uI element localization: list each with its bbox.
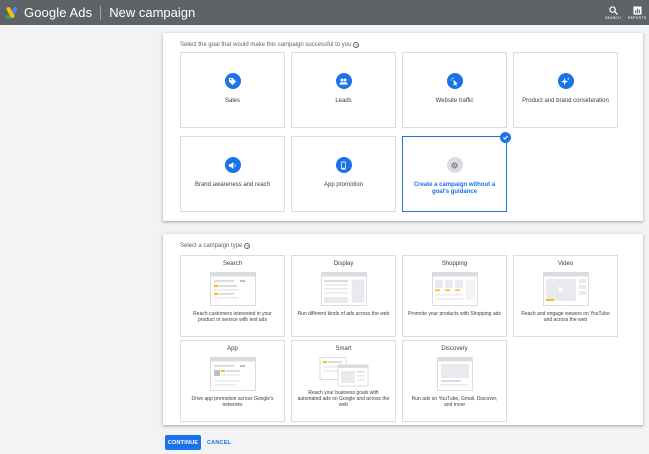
- goal-label: Create a campaign without a goal's guida…: [413, 182, 496, 195]
- goal-label: Sales: [224, 98, 240, 104]
- goal-label: App promotion: [323, 182, 364, 188]
- goal-label: Brand awareness and reach: [194, 182, 271, 188]
- sparkle-icon: [557, 73, 574, 89]
- goal-tile-app-promotion[interactable]: App promotion: [291, 136, 396, 212]
- campaign-type-smart[interactable]: Smart Reach your business goals with aut…: [291, 340, 396, 422]
- goal-tile-product-brand-consideration[interactable]: Product and brand consideration: [513, 52, 618, 128]
- campaign-type-title: Video: [557, 261, 574, 267]
- video-ad-thumbnail-icon: [542, 272, 589, 306]
- campaign-type-title: Smart: [335, 346, 352, 352]
- reports-icon: [632, 5, 642, 15]
- campaign-type-description: Promote your products with Shopping ads: [408, 311, 501, 317]
- brand-name[interactable]: Google Ads: [24, 5, 92, 20]
- goal-label: Product and brand consideration: [522, 98, 609, 104]
- smart-ad-thumbnail-icon: [319, 357, 368, 387]
- campaign-type-discovery[interactable]: Discovery Run ads on YouTube, Gmail, Dis…: [402, 340, 507, 422]
- type-section-label: Select a campaign type: [180, 243, 243, 249]
- phone-icon: [335, 157, 352, 173]
- speaker-icon: [224, 157, 241, 173]
- campaign-type-title: App: [227, 346, 238, 352]
- discovery-ad-thumbnail-icon: [436, 357, 473, 391]
- goal-tile-sales[interactable]: Sales: [180, 52, 285, 128]
- header-divider: [100, 5, 102, 20]
- campaign-type-description: Reach and engage viewers on YouTube and …: [521, 311, 610, 323]
- shopping-ad-thumbnail-icon: [431, 272, 478, 306]
- campaign-type-display[interactable]: Display Run different kinds of ads acros…: [291, 255, 396, 337]
- goal-selection-card: Select the goal that would make this cam…: [163, 33, 643, 221]
- google-ads-logo-icon[interactable]: [5, 6, 19, 20]
- search-button[interactable]: SEARCH: [601, 0, 625, 25]
- campaign-type-search[interactable]: Search Reach customers interested in you…: [180, 255, 285, 337]
- people-icon: [335, 73, 352, 89]
- goal-tile-no-guidance[interactable]: Create a campaign without a goal's guida…: [402, 132, 511, 212]
- campaign-type-video[interactable]: Video Reach and engage viewers on YouTub…: [513, 255, 618, 337]
- campaign-type-card: Select a campaign type ? Search Reach cu…: [163, 234, 643, 425]
- campaign-type-title: Discovery: [441, 346, 468, 352]
- top-bar: Google Ads New campaign SEARCH REPORTS: [0, 0, 649, 25]
- search-ad-thumbnail-icon: [209, 272, 256, 306]
- reports-button[interactable]: REPORTS: [625, 0, 649, 25]
- goal-label: Leads: [335, 98, 352, 104]
- reports-button-label: REPORTS: [627, 15, 647, 20]
- app-ad-thumbnail-icon: [209, 357, 256, 391]
- cancel-button[interactable]: CANCEL: [207, 435, 231, 450]
- gear-icon: [446, 157, 463, 173]
- goal-section-label: Select the goal that would make this cam…: [180, 42, 352, 48]
- display-ad-thumbnail-icon: [320, 272, 367, 306]
- campaign-type-description: Drive app promotion across Google's netw…: [191, 396, 274, 408]
- goal-label: Website traffic: [435, 98, 474, 104]
- continue-button[interactable]: CONTINUE: [165, 435, 201, 450]
- help-icon[interactable]: ?: [244, 243, 251, 249]
- campaign-type-description: Reach your business goals with automated…: [297, 390, 390, 408]
- campaign-type-title: Search: [222, 261, 242, 267]
- goal-tile-website-traffic[interactable]: Website traffic: [402, 52, 507, 128]
- search-button-label: SEARCH: [605, 15, 621, 20]
- search-icon: [608, 5, 618, 15]
- campaign-type-shopping[interactable]: Shopping Promote your products with Shop…: [402, 255, 507, 337]
- campaign-type-title: Display: [333, 261, 354, 267]
- campaign-type-description: Run different kinds of ads across the we…: [297, 311, 390, 317]
- goal-tile-leads[interactable]: Leads: [291, 52, 396, 128]
- campaign-type-app[interactable]: App Drive app promotion across Google's …: [180, 340, 285, 422]
- tag-icon: [224, 73, 241, 89]
- selected-check-icon: [500, 132, 511, 143]
- help-icon[interactable]: ?: [353, 42, 360, 48]
- page-title: New campaign: [109, 5, 196, 20]
- goal-tile-brand-awareness[interactable]: Brand awareness and reach: [180, 136, 285, 212]
- type-section-heading: Select a campaign type ?: [180, 243, 251, 249]
- campaign-type-description: Run ads on YouTube, Gmail, Discover, and…: [411, 396, 498, 408]
- campaign-type-title: Shopping: [441, 261, 468, 267]
- cursor-click-icon: [446, 73, 463, 89]
- campaign-type-description: Reach customers interested in your produ…: [193, 311, 272, 323]
- goal-section-heading: Select the goal that would make this cam…: [180, 42, 360, 48]
